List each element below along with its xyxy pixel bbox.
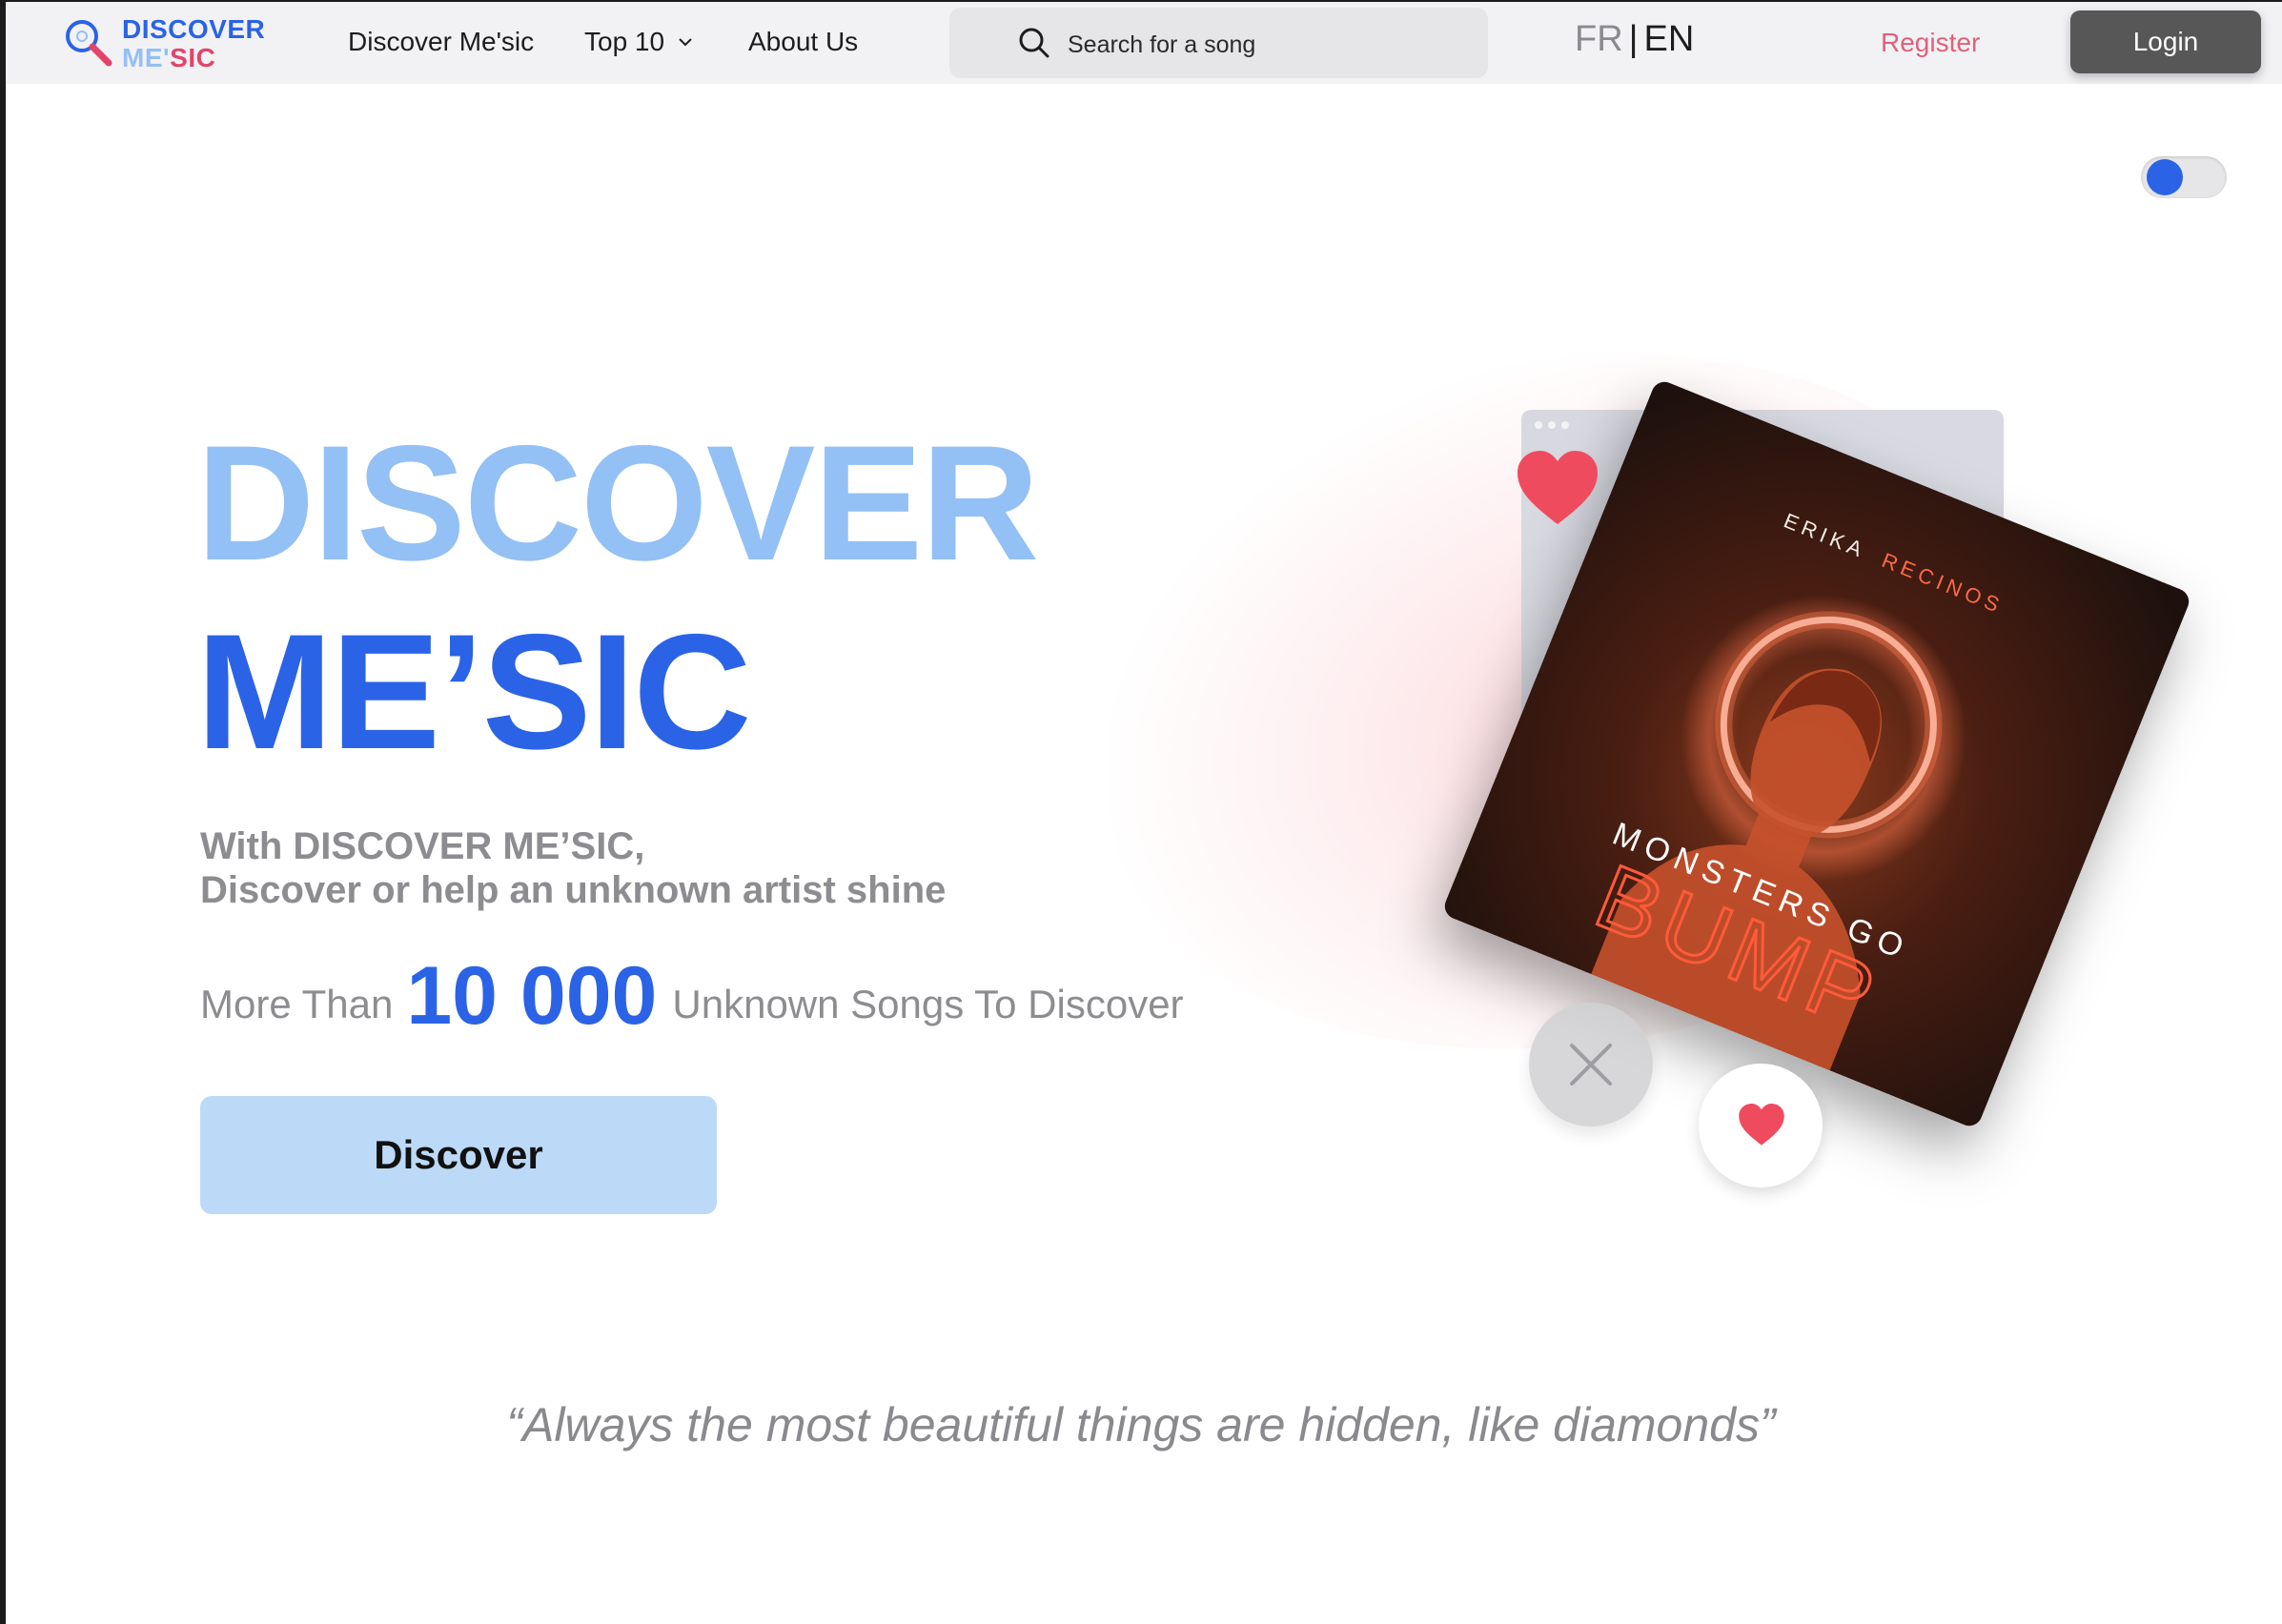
chevron-down-icon [679, 38, 692, 47]
hero-title-line1: DISCOVER [196, 412, 1039, 595]
lang-fr[interactable]: FR [1575, 19, 1623, 59]
logo-text: DISCOVER ME'SIC [122, 15, 265, 72]
search-input[interactable] [1066, 25, 1451, 65]
heart-icon [1518, 451, 1598, 524]
login-button[interactable]: Login [2070, 10, 2261, 73]
nav-about-link[interactable]: About Us [748, 27, 858, 57]
language-switcher: FR | EN [1575, 19, 1694, 60]
stat-prefix: More Than [200, 982, 394, 1026]
window-dots-icon [1535, 421, 1569, 429]
register-link[interactable]: Register [1881, 28, 1980, 58]
nav-discover-link[interactable]: Discover Me'sic [348, 27, 534, 57]
close-icon [1570, 1044, 1612, 1086]
dislike-button[interactable] [1529, 1003, 1653, 1127]
hero-subtitle-line1: With DISCOVER ME’SIC, [200, 825, 645, 867]
search-icon [1019, 28, 1049, 58]
nav-top10-label: Top 10 [584, 27, 665, 56]
like-button[interactable] [1699, 1064, 1823, 1188]
lang-en[interactable]: EN [1644, 19, 1695, 59]
toggle-knob [2147, 159, 2183, 195]
logo-line1: DISCOVER [122, 14, 266, 44]
theme-toggle[interactable] [2141, 156, 2227, 198]
window-edge [0, 0, 6, 1624]
search-bar[interactable] [949, 8, 1488, 78]
logo-line2-b: SIC [170, 43, 216, 72]
nav-top10-dropdown[interactable]: Top 10 [584, 27, 693, 57]
stat-number: 10 000 [406, 950, 658, 1042]
hero-title-line2: ME’SIC [196, 600, 752, 783]
discover-button[interactable]: Discover [200, 1096, 717, 1214]
logo-line2-a: ME' [122, 43, 171, 72]
lang-separator: | [1628, 19, 1639, 59]
hero-subtitle-line2: Discover or help an unknown artist shine [200, 869, 947, 911]
hero-quote: “Always the most beautiful things are hi… [506, 1398, 1776, 1451]
navbar: DISCOVER ME'SIC Discover Me'sic Top 10 A… [6, 2, 2282, 84]
heart-icon [1739, 1103, 1784, 1146]
magnifier-logo-icon [66, 20, 112, 67]
logo[interactable]: DISCOVER ME'SIC [61, 11, 271, 78]
stat-suffix: Unknown Songs To Discover [672, 982, 1184, 1026]
logo-line2: ME'SIC [122, 44, 265, 72]
songs-stat: More Than 10 000 Unknown Songs To Discover [200, 949, 1184, 1044]
